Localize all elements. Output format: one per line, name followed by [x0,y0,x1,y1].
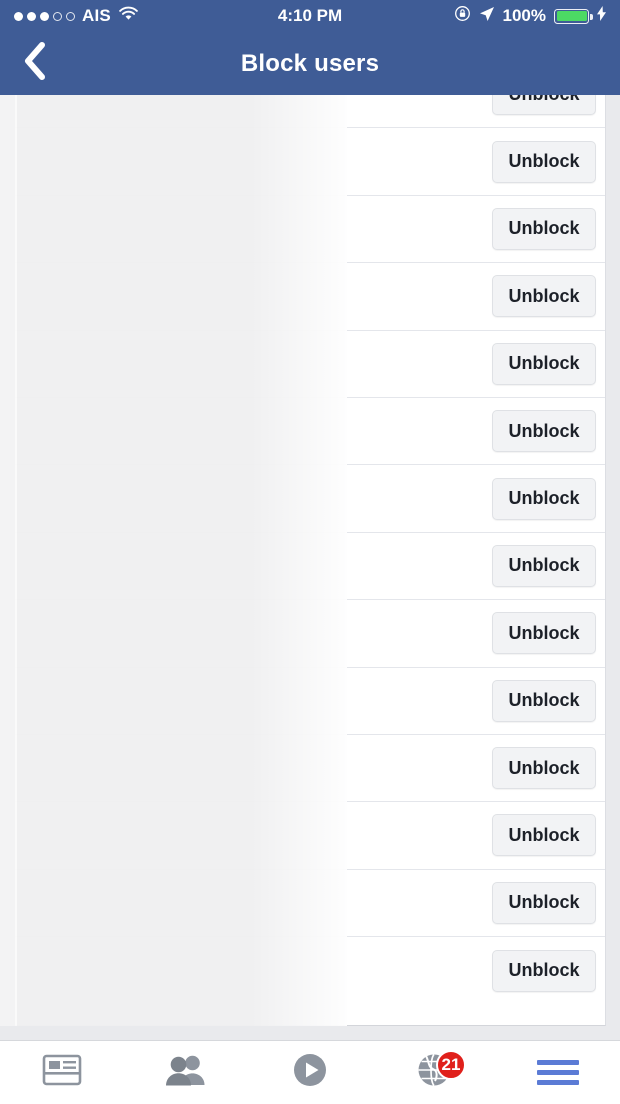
table-row[interactable]: Unblock [15,397,605,466]
unblock-button[interactable]: Unblock [492,881,596,924]
notifications-badge: 21 [436,1050,466,1080]
video-play-icon [292,1052,328,1093]
lightning-bolt-icon [597,6,606,26]
bottom-tab-bar: 21 [0,1040,620,1104]
unblock-button[interactable]: Unblock [492,342,596,385]
phone-screen: AIS 4:10 PM 100% Block users Unblock Unb… [0,0,620,1104]
tab-friends[interactable] [124,1041,248,1104]
table-row[interactable]: Unblock [15,937,605,1005]
table-row[interactable]: Unblock [15,465,605,533]
unblock-button[interactable]: Unblock [492,747,596,790]
table-row[interactable]: Unblock [15,195,605,264]
status-bar-left: AIS [14,6,139,26]
unblock-button[interactable]: Unblock [492,814,596,857]
chevron-left-icon [23,42,47,85]
unblock-button[interactable]: Unblock [492,679,596,722]
tab-video[interactable] [248,1041,372,1104]
tab-news-feed[interactable] [0,1041,124,1104]
table-row[interactable]: Unblock [15,128,605,196]
unblock-button[interactable]: Unblock [492,95,596,116]
blocked-users-list: Unblock Unblock Unblock Unblock Unblock Unblo… [14,95,606,1026]
table-row[interactable]: Unblock [15,600,605,668]
unblock-button[interactable]: Unblock [492,544,596,587]
battery-percent-label: 100% [502,6,546,25]
table-row[interactable]: Unblock [15,734,605,803]
table-row[interactable]: Unblock [15,802,605,870]
wifi-icon [118,6,139,26]
unblock-button[interactable]: Unblock [492,140,596,183]
page-title: Block users [240,49,380,77]
location-arrow-icon [479,6,495,27]
rotation-lock-icon [454,5,471,27]
back-button[interactable] [0,32,70,95]
navigation-bar: Block users [0,32,620,95]
blocked-users-list-container[interactable]: Unblock Unblock Unblock Unblock Unblock Unblo… [0,95,620,1040]
table-row[interactable]: Unblock [15,532,605,601]
unblock-button[interactable]: Unblock [492,477,596,520]
table-row[interactable]: Unblock [15,330,605,398]
news-feed-icon [42,1053,82,1092]
unblock-button[interactable]: Unblock [492,275,596,318]
unblock-button[interactable]: Unblock [492,410,596,453]
battery-icon [554,8,593,24]
status-bar-right: 100% [454,5,606,27]
menu-hamburger-icon [537,1060,579,1085]
friends-icon [164,1053,208,1092]
tab-notifications[interactable]: 21 [372,1041,496,1104]
unblock-button[interactable]: Unblock [492,949,596,992]
unblock-button[interactable]: Unblock [492,207,596,250]
table-row[interactable]: Unblock [15,263,605,331]
table-row[interactable]: Unblock [15,667,605,735]
carrier-label: AIS [82,6,111,25]
table-row[interactable]: Unblock [15,869,605,938]
tab-menu[interactable] [496,1041,620,1104]
status-bar: AIS 4:10 PM 100% [0,0,620,32]
table-row[interactable]: Unblock [15,95,605,129]
cellular-signal-icon [14,11,75,21]
unblock-button[interactable]: Unblock [492,612,596,655]
